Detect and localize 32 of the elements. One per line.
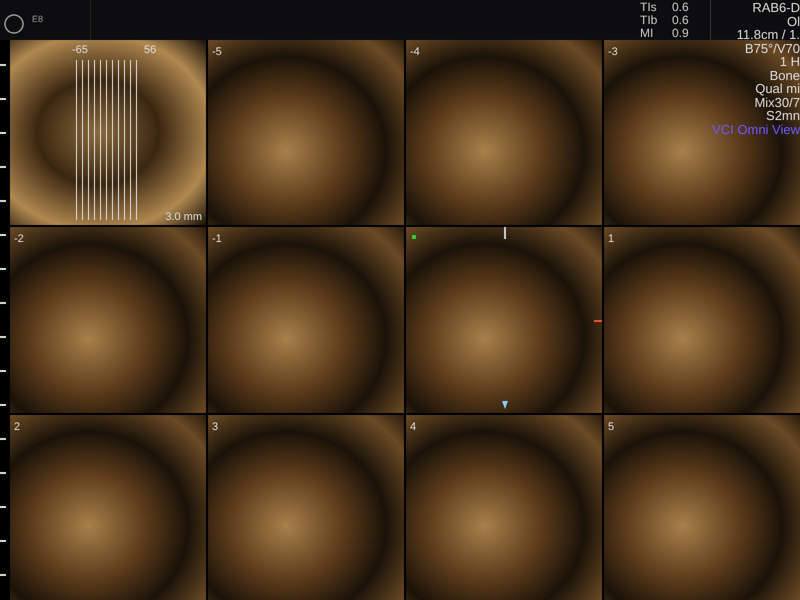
index-value: 0.6 — [672, 1, 689, 14]
index-value: 0.6 — [672, 14, 689, 27]
index-value: 0.9 — [672, 27, 689, 40]
slice-thickness: 3.0 mm — [165, 210, 202, 225]
index-label: TIb — [640, 14, 658, 27]
slice-number: -2 — [14, 232, 24, 248]
slice-number: 5 — [608, 420, 614, 435]
mode-label: VCI Omni View — [712, 122, 800, 136]
setting-text: 11.8cm / 1. — [736, 28, 800, 42]
setting-text: 1 H — [780, 55, 800, 68]
setting-text: Ol — [787, 14, 800, 28]
setting-text: Bone — [770, 68, 800, 82]
slice-number: 4 — [410, 420, 416, 435]
setting-text: S2mn — [766, 109, 800, 122]
right-bound: 56 — [144, 43, 156, 58]
left-bound: -65 — [72, 43, 88, 58]
slice-number: 3 — [212, 420, 218, 435]
setting-text: RAB6-D — [752, 1, 800, 14]
setting-text: B75°/V70 — [744, 42, 800, 55]
index-label: TIs — [640, 1, 658, 14]
slice-number: -3 — [608, 45, 618, 60]
slice-number: -4 — [410, 45, 420, 60]
model-name: E8 — [32, 13, 44, 26]
slice-number: -5 — [212, 45, 222, 60]
setting-text: Mix30/7 — [754, 96, 800, 109]
slice-number: 2 — [14, 420, 20, 435]
slice-number: -1 — [212, 232, 222, 248]
top-marker-icon — [504, 227, 506, 240]
slice-number: 1 — [608, 232, 614, 248]
down-arrow-icon — [502, 400, 508, 409]
index-label: MI — [640, 27, 654, 40]
setting-text: Qual mi — [755, 82, 800, 96]
